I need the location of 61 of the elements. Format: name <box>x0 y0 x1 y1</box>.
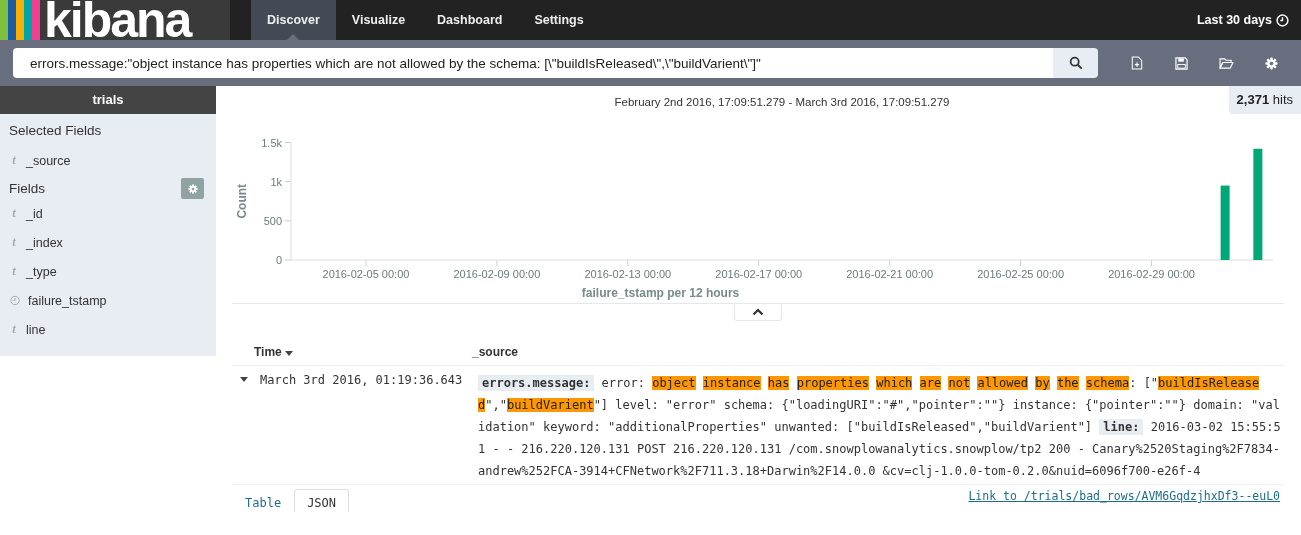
field-item[interactable]: t _source <box>0 146 216 175</box>
kibana-logo[interactable]: kibana <box>0 0 230 40</box>
doc-view-tab[interactable]: JSON <box>294 489 350 512</box>
search-icon <box>1068 56 1083 70</box>
y-tick-label: 1.5k <box>261 136 283 149</box>
y-tick-label: 500 <box>263 214 282 227</box>
field-item[interactable]: t line <box>0 315 216 344</box>
field-item[interactable]: t _id <box>0 199 216 228</box>
y-tick: 500 <box>263 214 292 227</box>
y-tick-label: 0 <box>275 254 282 266</box>
field-settings-button[interactable] <box>181 178 204 199</box>
field-item[interactable]: failure_tstamp <box>0 286 216 315</box>
expand-toggle-icon[interactable] <box>240 377 248 383</box>
chart-title: February 2nd 2016, 17:09:51.279 - March 3rd 2016, 17:09:51.279 <box>614 96 950 108</box>
doc-view-tab[interactable]: Table <box>232 489 295 512</box>
y-tick-label: 1k <box>270 175 283 188</box>
hits-count: 2,371 hits <box>1228 86 1301 114</box>
gear-icon <box>187 183 198 194</box>
y-tick: 1.5k <box>261 136 292 149</box>
source-text: errors.message: error: object instance has properties which are not allowed by the schema: ["buildIsReleased","buildVarient"] level: "error" schema: {"loadingURI":"#","pointer":""} instance: {"pointer":""} domain: "validation" keyword: "additionalProperties" unwanted: ["buildIsReleased","buildVarient"] line: 2016-03-02 15:55:51 - - 216.220.120.131 POST 216.220.120.131 /com.snowplowanalytics.snowplow/tp2 200 - Canary%2520Staging%2F7834-andrew%252FCA-3914+CFNetwork%2F711.3.18+Darwin%2F14.0.0 &cv=clj-1.0.0-tom-0.2.0&nuid=6096f700-e26f-4 <box>478 374 1282 480</box>
x-tick: 2016-02-21 00:00 <box>846 259 934 280</box>
index-pattern-title[interactable]: trials <box>0 86 216 114</box>
x-tick: 2016-02-29 00:00 <box>1108 259 1195 280</box>
search-field[interactable]: errors.message:"object instance has properties which are not allowed by the schema: [\"buildIsReleased\",\"buildVarient\"]" <box>13 48 1053 78</box>
search-button[interactable] <box>1053 48 1098 78</box>
column-header[interactable]: Time <box>232 345 472 359</box>
field-item[interactable]: t _index <box>0 228 216 257</box>
time-cell-text: March 3rd 2016, 01:19:36.643 <box>260 372 464 388</box>
clock-icon <box>1276 13 1289 27</box>
histogram-bar[interactable] <box>1253 148 1263 260</box>
nav-tab[interactable]: Dashboard <box>421 0 519 40</box>
x-tick-label: 2016-02-17 00:00 <box>715 268 803 280</box>
y-tick: 0 <box>275 254 292 266</box>
x-tick-label: 2016-02-29 00:00 <box>1108 268 1195 280</box>
nav-tab[interactable]: Settings <box>518 0 600 40</box>
x-tick-label: 2016-02-13 00:00 <box>584 268 672 280</box>
x-tick-label: 2016-02-25 00:00 <box>977 268 1065 280</box>
section-title: Selected Fields <box>8 122 103 140</box>
time-picker[interactable]: Last 30 days <box>1184 0 1301 40</box>
y-tick: 1k <box>270 175 292 188</box>
nav-tab[interactable]: Visualize <box>335 0 422 40</box>
x-axis-label: failure_tstamp per 12 hours <box>581 286 740 300</box>
section-title: Fields <box>9 181 45 196</box>
x-tick: 2016-02-25 00:00 <box>977 259 1065 280</box>
nav-tab[interactable]: Discover <box>251 0 336 40</box>
x-tick-label: 2016-02-05 00:00 <box>322 268 410 280</box>
sort-caret-icon <box>284 350 293 356</box>
x-tick-label: 2016-02-21 00:00 <box>846 268 934 280</box>
y-axis-label: Count <box>235 183 249 219</box>
collapse-button[interactable] <box>734 304 782 321</box>
chevron-up-icon <box>752 308 764 316</box>
document-link[interactable]: Link to /trials/bad_rows/AVM6GqdzjhxDf3--euL0 <box>968 489 1284 503</box>
x-tick: 2016-02-13 00:00 <box>584 259 672 280</box>
field-item[interactable]: t _type <box>0 257 216 286</box>
x-tick-label: 2016-02-09 00:00 <box>453 268 541 280</box>
x-tick: 2016-02-05 00:00 <box>322 259 410 280</box>
column-header[interactable]: _source <box>472 345 519 359</box>
histogram-bar[interactable] <box>1220 185 1230 260</box>
x-tick: 2016-02-17 00:00 <box>715 259 803 280</box>
clock-icon <box>10 295 20 306</box>
x-tick: 2016-02-09 00:00 <box>453 259 541 280</box>
